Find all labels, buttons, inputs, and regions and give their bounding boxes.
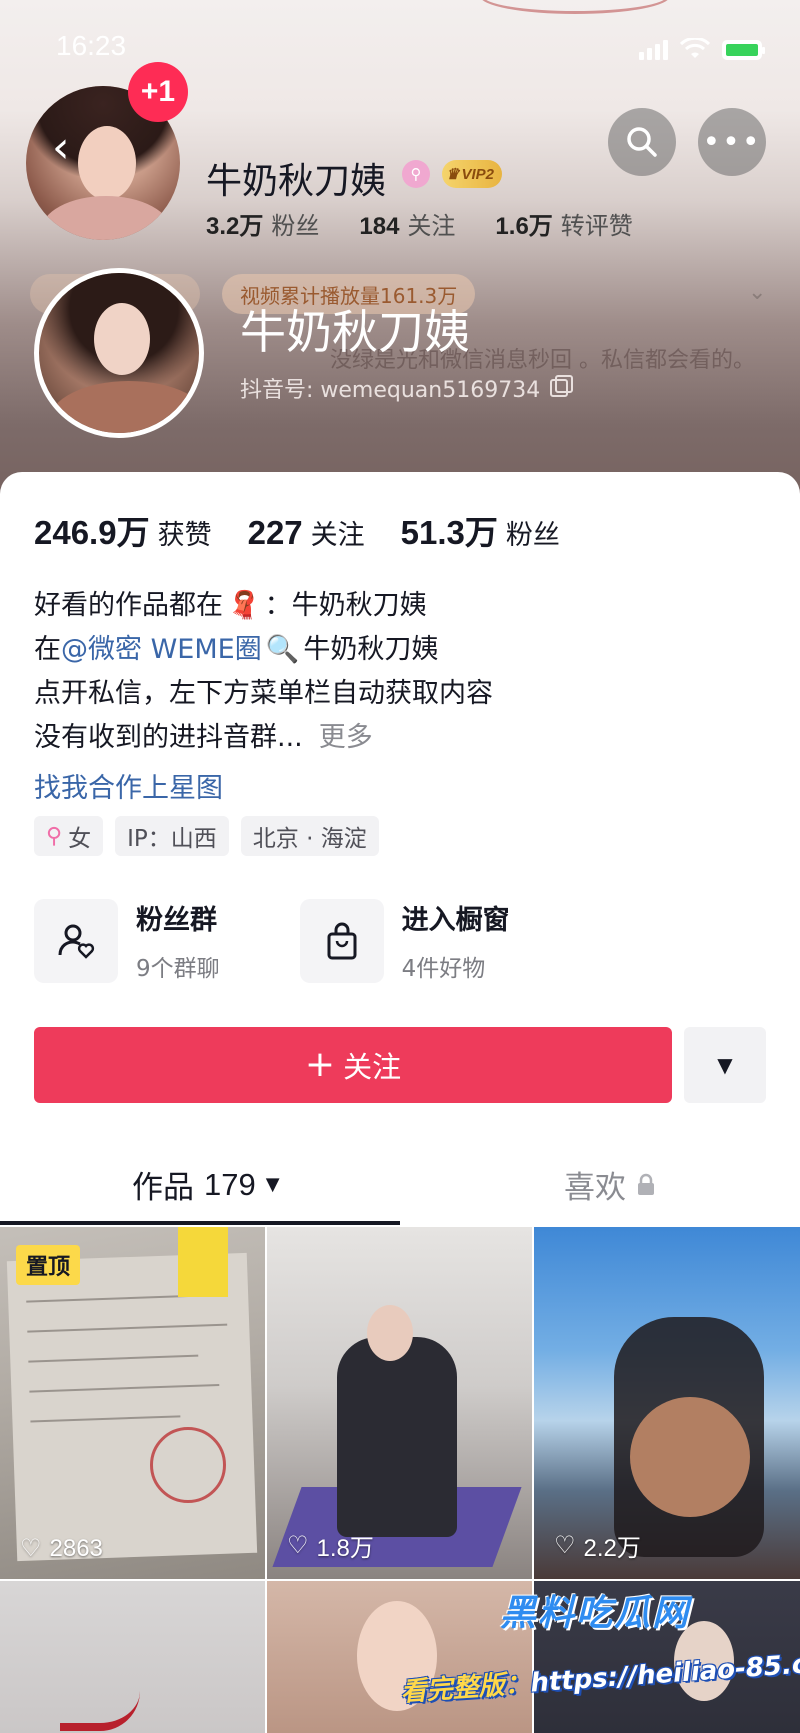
header-username: 牛奶秋刀姨 — [206, 161, 387, 202]
stat-following[interactable]: 227 关注 — [248, 513, 365, 552]
heart-icon: ♡ — [20, 1535, 42, 1562]
battery-icon — [722, 40, 765, 60]
more-icon: ••• — [702, 124, 762, 160]
video-thumbnail[interactable]: 置顶 ♡ 2863 — [0, 1227, 265, 1579]
plus-icon: + — [304, 1044, 336, 1085]
bio-line-3: 点开私信，左下方菜单栏自动获取内容 — [34, 678, 493, 709]
content-tabs: 作品 179 ▼ 喜欢 — [0, 1140, 800, 1226]
feature-cards: 粉丝群 9个群聊 进入橱窗 4件好物 — [34, 898, 510, 983]
fan-group-title: 粉丝群 — [136, 905, 217, 936]
bio-line-1: 好看的作品都在 🧣 ：牛奶秋刀姨 — [34, 584, 493, 628]
notification-badge[interactable]: +1 — [128, 62, 188, 122]
profile-stats: 246.9万 获赞 227 关注 51.3万 粉丝 — [34, 506, 560, 554]
bio: 好看的作品都在 🧣 ：牛奶秋刀姨 在 @微密 WEME圈 🔍 牛奶秋刀姨 点开私信，左下方… — [34, 584, 493, 760]
profile-name: 牛奶秋刀姨 — [240, 305, 470, 359]
pinned-badge: 置顶 — [16, 1245, 81, 1285]
caret-down-icon: ▼ — [265, 1174, 280, 1195]
follow-button[interactable]: + 关注 — [34, 1027, 672, 1103]
stat-likes[interactable]: 246.9万 获赞 — [34, 506, 212, 554]
tab-likes[interactable]: 喜欢 — [564, 1162, 656, 1207]
bio-line-4: 没有收到的进抖音群... 更多 — [34, 716, 493, 760]
fan-group-subtitle: 9个群聊 — [136, 956, 220, 982]
video-thumbnail[interactable] — [267, 1581, 532, 1733]
more-button[interactable]: ••• — [698, 108, 766, 176]
video-grid: 置顶 ♡ 2863 ♡ 1.8万 ♡ 2.2万 — [0, 1227, 800, 1733]
chevron-down-icon[interactable]: ⌄ — [748, 280, 766, 305]
location-tag: 北京 · 海淀 — [240, 816, 379, 856]
video-likes: ♡ 2.2万 — [554, 1532, 641, 1562]
magnifier-icon: 🔍 — [265, 634, 300, 665]
stat-fans[interactable]: 51.3万 粉丝 — [401, 506, 560, 554]
active-tab-indicator — [0, 1221, 400, 1225]
header-stats: 3.2万 粉丝 184 关注 1.6万 转评赞 — [206, 206, 633, 241]
follow-label: 关注 — [343, 1050, 402, 1084]
status-time: 16:23 — [56, 30, 127, 61]
lock-icon — [638, 1173, 654, 1195]
status-icons — [639, 36, 765, 60]
video-thumbnail[interactable] — [0, 1581, 265, 1733]
heart-icon: ♡ — [287, 1532, 309, 1559]
header-stat-engagement: 1.6万 转评赞 — [495, 212, 633, 240]
search-icon — [627, 127, 657, 157]
follow-dropdown-button[interactable]: ▼ — [684, 1027, 766, 1103]
profile-avatar[interactable] — [34, 268, 204, 438]
wifi-icon — [679, 36, 711, 60]
ip-tag: IP：山西 — [115, 816, 229, 856]
video-thumbnail[interactable]: ♡ 2.2万 — [534, 1227, 800, 1579]
gender-tag: ⚲ 女 — [34, 816, 104, 856]
star-map-link[interactable]: 找我合作上星图 — [34, 766, 223, 805]
scarf-icon: 🧣 — [227, 590, 261, 621]
video-thumbnail[interactable] — [534, 1581, 800, 1733]
vip-badge: ♛ VIP2 — [442, 160, 502, 188]
video-likes: ♡ 2863 — [20, 1534, 103, 1563]
douyin-id[interactable]: 抖音号: wemequan5169734 — [240, 372, 574, 404]
video-thumbnail[interactable]: ♡ 1.8万 — [267, 1227, 532, 1579]
header-stat-fans: 3.2万 粉丝 — [206, 212, 320, 240]
bio-more-link[interactable]: 更多 — [319, 716, 373, 760]
female-icon: ⚲ — [46, 823, 63, 849]
copy-icon[interactable] — [550, 375, 574, 397]
profile-header: 16:23 ‹ +1 牛奶秋刀姨 ⚲ ♛ VIP2 3.2万 粉丝 184 关注 1.… — [0, 0, 800, 500]
douyin-id-text: 抖音号: wemequan5169734 — [240, 378, 541, 403]
female-verified-icon: ⚲ — [402, 160, 430, 188]
fan-group-icon — [34, 898, 118, 983]
signal-icon — [639, 40, 668, 60]
header-stat-following: 184 关注 — [359, 212, 456, 240]
weme-link[interactable]: @微密 WEME圈 — [61, 628, 262, 672]
shopping-bag-icon — [299, 898, 384, 983]
showcase-card[interactable]: 进入橱窗 4件好物 — [299, 898, 510, 983]
fan-group-card[interactable]: 粉丝群 9个群聊 — [34, 898, 220, 983]
profile-tags: ⚲ 女 IP：山西 北京 · 海淀 — [34, 816, 379, 856]
search-button[interactable] — [608, 108, 676, 176]
background-decoration — [480, 0, 670, 14]
caret-down-icon: ▼ — [717, 1053, 733, 1077]
heart-icon: ♡ — [554, 1532, 576, 1559]
crown-icon: ♛ — [446, 166, 460, 183]
tab-works[interactable]: 作品 179 ▼ — [132, 1162, 280, 1207]
showcase-subtitle: 4件好物 — [401, 956, 486, 982]
bio-line-2: 在 @微密 WEME圈 🔍 牛奶秋刀姨 — [34, 628, 493, 672]
back-icon[interactable]: ‹ — [52, 122, 70, 173]
video-likes: ♡ 1.8万 — [287, 1532, 374, 1562]
showcase-title: 进入橱窗 — [401, 905, 510, 936]
